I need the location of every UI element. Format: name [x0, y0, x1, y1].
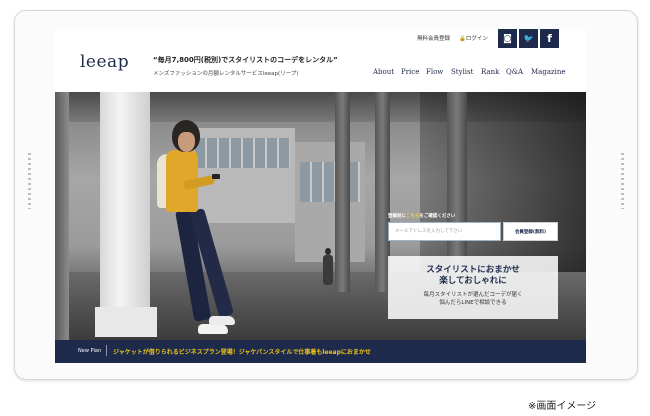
- twitter-button[interactable]: 🐦: [519, 29, 538, 48]
- model-shoe-right: [209, 316, 235, 325]
- login-link-label: ログイン: [465, 36, 488, 42]
- smartphone: [212, 174, 220, 179]
- image-caption: ※画面イメージ: [528, 401, 597, 412]
- promo-title: スタイリストにおまかせ 楽しておしゃれに: [388, 265, 558, 287]
- divider: [106, 345, 107, 356]
- signup-button[interactable]: 会員登録(無料): [503, 222, 558, 241]
- nav-magazine[interactable]: Magazine: [531, 68, 566, 76]
- pillar-base: [95, 307, 157, 337]
- login-link[interactable]: 🔒ログイン: [459, 34, 488, 42]
- lock-icon: 🔒: [459, 36, 466, 42]
- promo-title-line-1: スタイリストにおまかせ: [426, 265, 520, 275]
- instagram-button[interactable]: ◙: [498, 29, 517, 48]
- model-face: [178, 132, 195, 152]
- new-plan-banner[interactable]: New Plan ジャケットが借りられるビジネスプラン登場！ジャケパンスタイルで…: [55, 340, 586, 363]
- top-bar: 無料会員登録 🔒ログイン ◙ 🐦 f: [55, 29, 586, 48]
- instagram-icon: ◙: [503, 33, 512, 44]
- register-link[interactable]: 無料会員登録: [417, 34, 450, 42]
- nav-stylist[interactable]: Stylist: [451, 68, 473, 76]
- facebook-button[interactable]: f: [540, 29, 559, 48]
- model-shoe-left: [198, 324, 228, 334]
- promo-text: 毎月スタイリストが選んだコーデが届く 悩んだらLINEで相談できる: [388, 291, 558, 307]
- nav-about[interactable]: About: [373, 68, 394, 76]
- column-1: [335, 92, 350, 292]
- building-windows-right: [300, 162, 360, 202]
- site-logo[interactable]: leeap: [80, 52, 129, 72]
- register-notice: 登録前にこちらをご確認ください: [388, 213, 455, 219]
- sub-catchphrase: メンズファッションの月額レンタルサービスleeap(リープ): [153, 71, 299, 77]
- promo-text-line-2: 悩んだらLINEで相談できる: [439, 300, 507, 306]
- site-header: leeap “毎月7,800円(税別)でスタイリストのコーデをレンタル” メンズ…: [55, 48, 586, 92]
- new-plan-label: New Plan: [78, 348, 102, 354]
- email-input[interactable]: [388, 222, 501, 241]
- nav-qa[interactable]: Q&A: [506, 68, 523, 76]
- register-notice-link[interactable]: こちら: [406, 214, 420, 219]
- register-notice-prefix: 登録前に: [388, 214, 406, 219]
- nav-flow[interactable]: Flow: [426, 68, 443, 76]
- nav-price[interactable]: Price: [401, 68, 419, 76]
- promo-title-line-2: 楽しておしゃれに: [439, 276, 507, 286]
- building-windows: [195, 138, 290, 168]
- background-person-head: [325, 248, 331, 255]
- speaker-grille-left: [28, 153, 31, 209]
- speaker-grille-right: [621, 153, 624, 209]
- promo-text-line-1: 毎月スタイリストが選んだコーデが届く: [423, 292, 523, 298]
- promo-box: スタイリストにおまかせ 楽しておしゃれに 毎月スタイリストが選んだコーデが届く …: [388, 256, 558, 319]
- nav-rank[interactable]: Rank: [481, 68, 499, 76]
- facebook-icon: f: [547, 32, 552, 45]
- tablet-screen: 無料会員登録 🔒ログイン ◙ 🐦 f leeap “毎月7,800円(税別)でス…: [55, 29, 586, 363]
- background-building-right: [295, 142, 365, 262]
- background-person: [323, 255, 333, 285]
- foreground-pillar: [100, 92, 150, 312]
- dark-corridor: [420, 92, 586, 282]
- hero-image: 登録前にこちらをご確認ください 会員登録(無料) スタイリストにおまかせ 楽して…: [55, 92, 586, 340]
- catchphrase: “毎月7,800円(税別)でスタイリストのコーデをレンタル”: [153, 56, 338, 64]
- twitter-icon: 🐦: [523, 34, 534, 43]
- register-notice-suffix: をご確認ください: [419, 214, 456, 219]
- new-plan-text: ジャケットが借りられるビジネスプラン登場！ジャケパンスタイルで仕事着もleeap…: [113, 349, 371, 356]
- left-edge-pillar: [55, 92, 69, 340]
